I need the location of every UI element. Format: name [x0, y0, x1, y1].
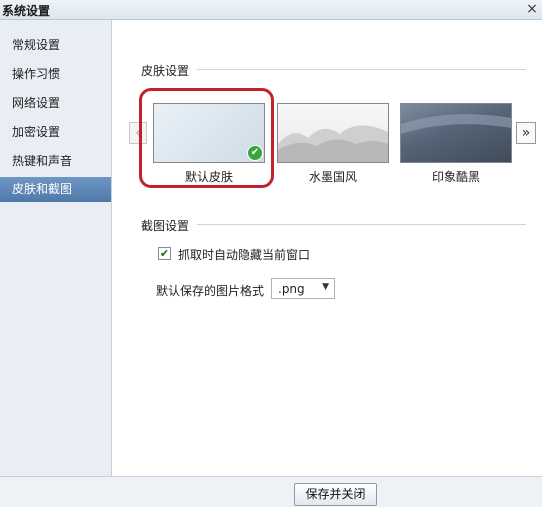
- chevron-down-icon: ▼: [322, 282, 329, 292]
- image-format-select[interactable]: .png ▼: [271, 278, 335, 299]
- sidebar-item-network[interactable]: 网络设置: [0, 91, 111, 116]
- window-title: 系统设置: [2, 4, 51, 18]
- sidebar-item-skin[interactable]: 皮肤和截图: [0, 177, 111, 202]
- save-and-close-button[interactable]: 保存并关闭: [294, 483, 377, 506]
- sidebar-item-hotkeys[interactable]: 热键和声音: [0, 149, 111, 174]
- skin-label-dark[interactable]: 印象酷黑: [400, 168, 512, 185]
- next-skin-button[interactable]: »: [516, 122, 536, 144]
- skin-section-divider: [197, 69, 526, 70]
- mountain-icon: [278, 125, 388, 162]
- skin-thumb-dark[interactable]: [400, 103, 512, 163]
- sidebar-item-habits[interactable]: 操作习惯: [0, 62, 111, 87]
- sidebar: 常规设置 操作习惯 网络设置 加密设置 热键和声音 皮肤和截图: [0, 20, 112, 476]
- skin-label-ink[interactable]: 水墨国风: [277, 168, 389, 185]
- image-format-label: 默认保存的图片格式: [156, 284, 265, 298]
- close-icon[interactable]: ×: [525, 0, 539, 18]
- skin-label-default[interactable]: 默认皮肤: [153, 168, 265, 185]
- auto-hide-label[interactable]: 抓取时自动隐藏当前窗口: [178, 246, 310, 263]
- screenshot-section-divider: [197, 224, 526, 225]
- dark-wave-icon: [401, 114, 511, 134]
- title-bar: 系统设置 ×: [0, 0, 542, 20]
- footer-bar: [0, 476, 542, 507]
- skin-thumb-ink[interactable]: [277, 103, 389, 163]
- screenshot-section-title: 截图设置: [141, 219, 190, 233]
- skin-section-title: 皮肤设置: [141, 64, 190, 78]
- sidebar-item-general[interactable]: 常规设置: [0, 33, 111, 58]
- sidebar-item-encryption[interactable]: 加密设置: [0, 120, 111, 145]
- auto-hide-checkbox[interactable]: ✔: [158, 247, 171, 260]
- image-format-value: .png: [278, 282, 305, 296]
